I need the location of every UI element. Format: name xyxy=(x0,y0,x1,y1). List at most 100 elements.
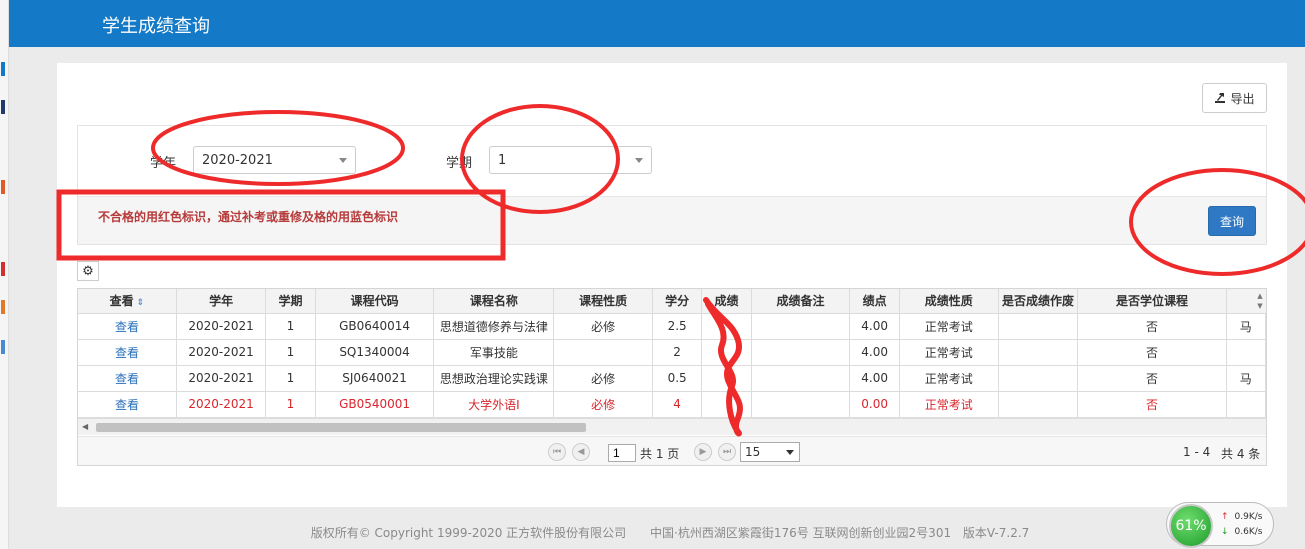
cell-extra xyxy=(1226,339,1266,366)
cell-gpa: 4.00 xyxy=(849,339,900,366)
cell-term: 1 xyxy=(265,365,316,392)
vertical-scrollbar[interactable]: ▲ ▼ xyxy=(1254,289,1266,313)
column-header-view[interactable]: 查看 ⇕ xyxy=(78,289,177,314)
footer-copyright: 版权所有© Copyright 1999-2020 正方软件股份有限公司 xyxy=(310,526,627,540)
cell-extra xyxy=(1226,391,1266,418)
pagination-bar: ⏮ ◀ 共 1 页 ▶ ⏭ 15 1 - 4 共 4 条 xyxy=(78,436,1266,465)
cell-void xyxy=(998,391,1079,418)
column-header[interactable]: 学期 xyxy=(265,289,316,314)
view-link[interactable]: 查看 xyxy=(78,365,177,392)
year-label: 学年 xyxy=(150,156,177,171)
cell-code: SJ0640021 xyxy=(315,365,435,392)
record-range: 1 - 4 xyxy=(1183,445,1211,459)
page-size-select[interactable]: 15 xyxy=(740,442,800,462)
year-select[interactable]: 2020-2021 xyxy=(193,146,356,174)
export-icon xyxy=(1215,93,1226,103)
cell-remark xyxy=(751,365,851,392)
column-header[interactable]: 学分 xyxy=(652,289,703,314)
network-monitor-widget[interactable]: 61% ↑ 0.9K/s ↓ 0.6K/s xyxy=(1166,502,1274,548)
column-header[interactable]: 成绩 xyxy=(701,289,752,314)
cell-void xyxy=(998,365,1079,392)
notice-bar: 不合格的用红色标识，通过补考或重修及格的用蓝色标识 查询 xyxy=(78,196,1266,244)
table-row: 查看 2020-2021 1 SJ0640021 思想政治理论实践课 必修 0.5 4.00 正… xyxy=(78,365,1266,392)
cell-extra: 马 xyxy=(1226,365,1266,392)
cell-nature: 必修 xyxy=(553,365,653,392)
main-panel: 导出 学年 2020-2021 学期 1 不合格的用红色标识，通过补考或重修及格… xyxy=(57,63,1287,507)
column-header[interactable]: 是否成绩作废 xyxy=(998,289,1079,314)
cell-year: 2020-2021 xyxy=(176,365,267,392)
cell-score xyxy=(701,365,752,392)
cell-exam: 正常考试 xyxy=(899,339,999,366)
prev-page-icon[interactable]: ◀ xyxy=(572,443,590,461)
column-header[interactable]: 课程代码 xyxy=(315,289,435,314)
cell-credit: 0.5 xyxy=(652,365,703,392)
table-header-row: 查看 ⇕ 学年 学期 课程代码 课程名称 课程性质 学分 成绩 成绩备注 绩点 成绩性质 是否成绩作废是… xyxy=(78,289,1266,314)
cell-score xyxy=(701,313,752,340)
cell-name: 军事技能 xyxy=(433,339,555,366)
scroll-left-icon[interactable]: ◀ xyxy=(82,422,88,431)
arrow-up-icon: ↑ xyxy=(1221,512,1229,522)
download-speed-value: 0.6K/s xyxy=(1234,527,1263,537)
column-settings-button[interactable]: ⚙ xyxy=(77,261,99,281)
sort-icon[interactable]: ⇕ xyxy=(137,298,145,308)
cell-remark xyxy=(751,339,851,366)
query-button[interactable]: 查询 xyxy=(1208,206,1256,236)
arrow-down-icon: ↓ xyxy=(1221,527,1229,537)
cell-code: SQ1340004 xyxy=(315,339,435,366)
cell-exam: 正常考试 xyxy=(899,365,999,392)
cell-code: GB0640014 xyxy=(315,313,435,340)
gear-icon: ⚙ xyxy=(82,263,94,279)
cell-score xyxy=(701,391,752,418)
export-button[interactable]: 导出 xyxy=(1202,83,1267,113)
cell-code: GB0540001 xyxy=(315,391,435,418)
next-page-icon[interactable]: ▶ xyxy=(694,443,712,461)
cell-exam: 正常考试 xyxy=(899,313,999,340)
column-header[interactable]: 学年 xyxy=(176,289,267,314)
page-size-value: 15 xyxy=(745,445,761,459)
chevron-down-icon xyxy=(339,158,347,163)
scrollbar-thumb[interactable] xyxy=(96,423,586,432)
term-select[interactable]: 1 xyxy=(489,146,652,174)
page-title: 学生成绩查询 xyxy=(102,16,210,37)
last-page-icon[interactable]: ⏭ xyxy=(718,443,736,461)
page-number-input[interactable] xyxy=(608,444,636,462)
cell-year: 2020-2021 xyxy=(176,339,267,366)
term-label: 学期 xyxy=(446,156,473,171)
horizontal-scrollbar[interactable]: ◀ xyxy=(78,418,1266,435)
table-row: 查看 2020-2021 1 GB0540001 大学外语I 必修 4 0.00 正常考试 否 xyxy=(78,391,1266,418)
first-page-icon[interactable]: ⏮ xyxy=(548,443,566,461)
filter-panel: 学年 2020-2021 学期 1 不合格的用红色标识，通过补考或重修及格的用蓝… xyxy=(77,125,1267,245)
cell-score xyxy=(701,339,752,366)
cell-degree: 否 xyxy=(1077,365,1227,392)
upload-speed-value: 0.9K/s xyxy=(1234,512,1263,522)
upload-speed: ↑ 0.9K/s xyxy=(1221,512,1262,522)
table-row: 查看 2020-2021 1 SQ1340004 军事技能 2 4.00 正常考试 否 xyxy=(78,339,1266,366)
total-pages-text: 共 1 页 xyxy=(640,447,680,461)
column-header[interactable]: 成绩备注 xyxy=(751,289,851,314)
top-header-bar: 学生成绩查询 xyxy=(9,0,1305,47)
cell-gpa: 4.00 xyxy=(849,313,900,340)
record-total: 共 4 条 xyxy=(1221,447,1261,461)
cell-remark xyxy=(751,313,851,340)
memory-percent: 61% xyxy=(1169,504,1213,548)
cell-term: 1 xyxy=(265,313,316,340)
column-header[interactable]: 绩点 xyxy=(849,289,900,314)
view-link[interactable]: 查看 xyxy=(78,391,177,418)
download-speed: ↓ 0.6K/s xyxy=(1221,527,1262,537)
view-link[interactable]: 查看 xyxy=(78,313,177,340)
cell-credit: 2 xyxy=(652,339,703,366)
view-link[interactable]: 查看 xyxy=(78,339,177,366)
column-header[interactable]: 课程性质 xyxy=(553,289,653,314)
column-header[interactable]: 成绩性质 xyxy=(899,289,999,314)
left-edge-strip xyxy=(0,0,9,549)
table-row: 查看 2020-2021 1 GB0640014 思想道德修养与法律 必修 2.5 4.00 正… xyxy=(78,313,1266,340)
column-header[interactable]: 课程名称 xyxy=(433,289,555,314)
cell-year: 2020-2021 xyxy=(176,391,267,418)
cell-credit: 4 xyxy=(652,391,703,418)
footer-address: 中国·杭州西湖区紫霞街176号 互联网创新创业园2号301 xyxy=(650,526,952,540)
cell-remark xyxy=(751,391,851,418)
cell-nature: 必修 xyxy=(553,313,653,340)
term-select-value: 1 xyxy=(498,153,507,168)
column-header[interactable]: 是否学位课程 xyxy=(1077,289,1227,314)
cell-degree: 否 xyxy=(1077,313,1227,340)
